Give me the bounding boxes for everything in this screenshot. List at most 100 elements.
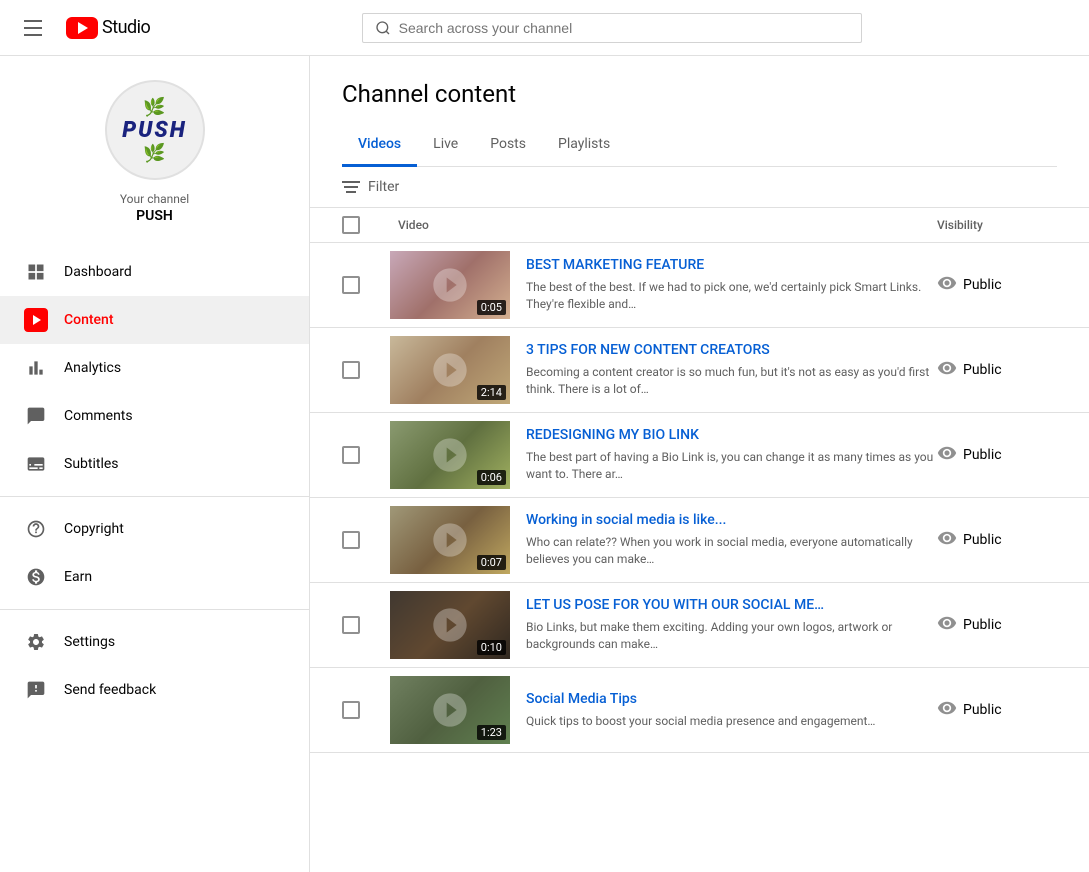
sidebar-item-content[interactable]: Content bbox=[0, 296, 309, 344]
content-label: Content bbox=[64, 312, 114, 328]
row-checkbox-4[interactable] bbox=[342, 616, 360, 634]
sidebar-item-send-feedback[interactable]: Send feedback bbox=[0, 666, 309, 714]
avatar-leaf-top: 🌿 bbox=[143, 97, 165, 118]
content-header: Channel content Videos Live Posts Playli… bbox=[310, 56, 1089, 167]
video-title-3[interactable]: Working in social media is like... bbox=[526, 512, 937, 528]
your-channel-label: Your channel bbox=[120, 192, 189, 206]
filter-label[interactable]: Filter bbox=[368, 179, 399, 195]
main-content: Channel content Videos Live Posts Playli… bbox=[310, 56, 1089, 872]
channel-name: PUSH bbox=[136, 208, 173, 224]
table-row: 0:10 LET US POSE FOR YOU WITH OUR SOCIAL… bbox=[310, 583, 1089, 668]
table-row: 0:05 BEST MARKETING FEATURE The best of … bbox=[310, 243, 1089, 328]
video-table: Video Visibility 0:05 BEST MARKETING FEA… bbox=[310, 208, 1089, 872]
video-title-4[interactable]: LET US POSE FOR YOU WITH OUR SOCIAL ME… bbox=[526, 597, 937, 613]
video-duration-3: 0:07 bbox=[477, 555, 506, 570]
video-duration-0: 0:05 bbox=[477, 300, 506, 315]
copyright-icon bbox=[24, 517, 48, 541]
col-video-header: Video bbox=[390, 218, 937, 232]
row-checkbox-5[interactable] bbox=[342, 701, 360, 719]
table-row: 1:23 Social Media Tips Quick tips to boo… bbox=[310, 668, 1089, 753]
col-visibility-header: Visibility bbox=[937, 218, 1057, 232]
row-checkbox-1[interactable] bbox=[342, 361, 360, 379]
search-input[interactable] bbox=[399, 20, 849, 36]
visibility-text-2: Public bbox=[963, 447, 1002, 463]
video-duration-2: 0:06 bbox=[477, 470, 506, 485]
video-duration-4: 0:10 bbox=[477, 640, 506, 655]
video-duration-1: 2:14 bbox=[477, 385, 506, 400]
search-box[interactable] bbox=[362, 13, 862, 43]
app-header: Studio bbox=[0, 0, 1089, 56]
video-thumbnail-5[interactable]: 1:23 bbox=[390, 676, 510, 744]
visibility-text-5: Public bbox=[963, 702, 1002, 718]
video-description-4: Bio Links, but make them exciting. Addin… bbox=[526, 619, 937, 653]
tab-videos[interactable]: Videos bbox=[342, 124, 417, 167]
earn-icon bbox=[24, 565, 48, 589]
avatar[interactable]: 🌿 PUSH 🌿 bbox=[105, 80, 205, 180]
tab-playlists[interactable]: Playlists bbox=[542, 124, 626, 167]
visibility-text-4: Public bbox=[963, 617, 1002, 633]
visibility-cell-3: Public bbox=[937, 528, 1057, 553]
sidebar-item-copyright[interactable]: Copyright bbox=[0, 505, 309, 553]
select-all-checkbox[interactable] bbox=[342, 216, 360, 234]
channel-profile: 🌿 PUSH 🌿 Your channel PUSH bbox=[0, 56, 309, 240]
video-thumbnail-4[interactable]: 0:10 bbox=[390, 591, 510, 659]
sidebar-item-settings[interactable]: Settings bbox=[0, 618, 309, 666]
eye-icon-2 bbox=[937, 443, 957, 468]
filter-bar: Filter bbox=[310, 167, 1089, 208]
eye-icon-5 bbox=[937, 698, 957, 723]
sidebar-item-earn[interactable]: Earn bbox=[0, 553, 309, 601]
sidebar-item-dashboard[interactable]: Dashboard bbox=[0, 248, 309, 296]
tabs-bar: Videos Live Posts Playlists bbox=[342, 124, 1057, 167]
feedback-icon bbox=[24, 678, 48, 702]
search-icon bbox=[375, 20, 391, 36]
sidebar-item-analytics[interactable]: Analytics bbox=[0, 344, 309, 392]
table-header: Video Visibility bbox=[310, 208, 1089, 243]
row-checkbox-2[interactable] bbox=[342, 446, 360, 464]
comments-icon bbox=[24, 404, 48, 428]
table-row: 2:14 3 TIPS FOR NEW CONTENT CREATORS Bec… bbox=[310, 328, 1089, 413]
earn-label: Earn bbox=[64, 569, 92, 585]
analytics-label: Analytics bbox=[64, 360, 121, 376]
video-duration-5: 1:23 bbox=[477, 725, 506, 740]
video-title-1[interactable]: 3 TIPS FOR NEW CONTENT CREATORS bbox=[526, 342, 937, 358]
settings-icon bbox=[24, 630, 48, 654]
video-thumbnail-3[interactable]: 0:07 bbox=[390, 506, 510, 574]
video-info-4: LET US POSE FOR YOU WITH OUR SOCIAL ME… … bbox=[526, 597, 937, 653]
tab-posts[interactable]: Posts bbox=[474, 124, 542, 167]
video-rows: 0:05 BEST MARKETING FEATURE The best of … bbox=[310, 243, 1089, 753]
subtitles-label: Subtitles bbox=[64, 456, 119, 472]
video-description-3: Who can relate?? When you work in social… bbox=[526, 534, 937, 568]
dashboard-icon bbox=[24, 260, 48, 284]
eye-icon-4 bbox=[937, 613, 957, 638]
video-title-0[interactable]: BEST MARKETING FEATURE bbox=[526, 257, 937, 273]
settings-label: Settings bbox=[64, 634, 115, 650]
video-description-0: The best of the best. If we had to pick … bbox=[526, 279, 937, 313]
sidebar: 🌿 PUSH 🌿 Your channel PUSH Dashboard bbox=[0, 56, 310, 872]
sidebar-divider bbox=[0, 496, 309, 497]
video-title-5[interactable]: Social Media Tips bbox=[526, 691, 937, 707]
video-title-2[interactable]: REDESIGNING MY BIO LINK bbox=[526, 427, 937, 443]
sidebar-nav: Dashboard Content Analytics Comments bbox=[0, 240, 309, 872]
video-thumbnail-1[interactable]: 2:14 bbox=[390, 336, 510, 404]
video-info-3: Working in social media is like... Who c… bbox=[526, 512, 937, 568]
row-checkbox-3[interactable] bbox=[342, 531, 360, 549]
subtitles-icon bbox=[24, 452, 48, 476]
tab-live[interactable]: Live bbox=[417, 124, 474, 167]
studio-label: Studio bbox=[102, 17, 150, 38]
visibility-text-0: Public bbox=[963, 277, 1002, 293]
eye-icon-1 bbox=[937, 358, 957, 383]
video-info-0: BEST MARKETING FEATURE The best of the b… bbox=[526, 257, 937, 313]
avatar-leaf-bottom: 🌿 bbox=[143, 143, 165, 164]
video-thumbnail-0[interactable]: 0:05 bbox=[390, 251, 510, 319]
video-description-2: The best part of having a Bio Link is, y… bbox=[526, 449, 937, 483]
video-info-1: 3 TIPS FOR NEW CONTENT CREATORS Becoming… bbox=[526, 342, 937, 398]
copyright-label: Copyright bbox=[64, 521, 124, 537]
sidebar-item-comments[interactable]: Comments bbox=[0, 392, 309, 440]
row-checkbox-0[interactable] bbox=[342, 276, 360, 294]
yt-studio-logo: Studio bbox=[66, 17, 150, 39]
youtube-icon bbox=[66, 17, 98, 39]
sidebar-item-subtitles[interactable]: Subtitles bbox=[0, 440, 309, 488]
send-feedback-label: Send feedback bbox=[64, 682, 156, 698]
video-thumbnail-2[interactable]: 0:06 bbox=[390, 421, 510, 489]
menu-button[interactable] bbox=[16, 12, 50, 44]
